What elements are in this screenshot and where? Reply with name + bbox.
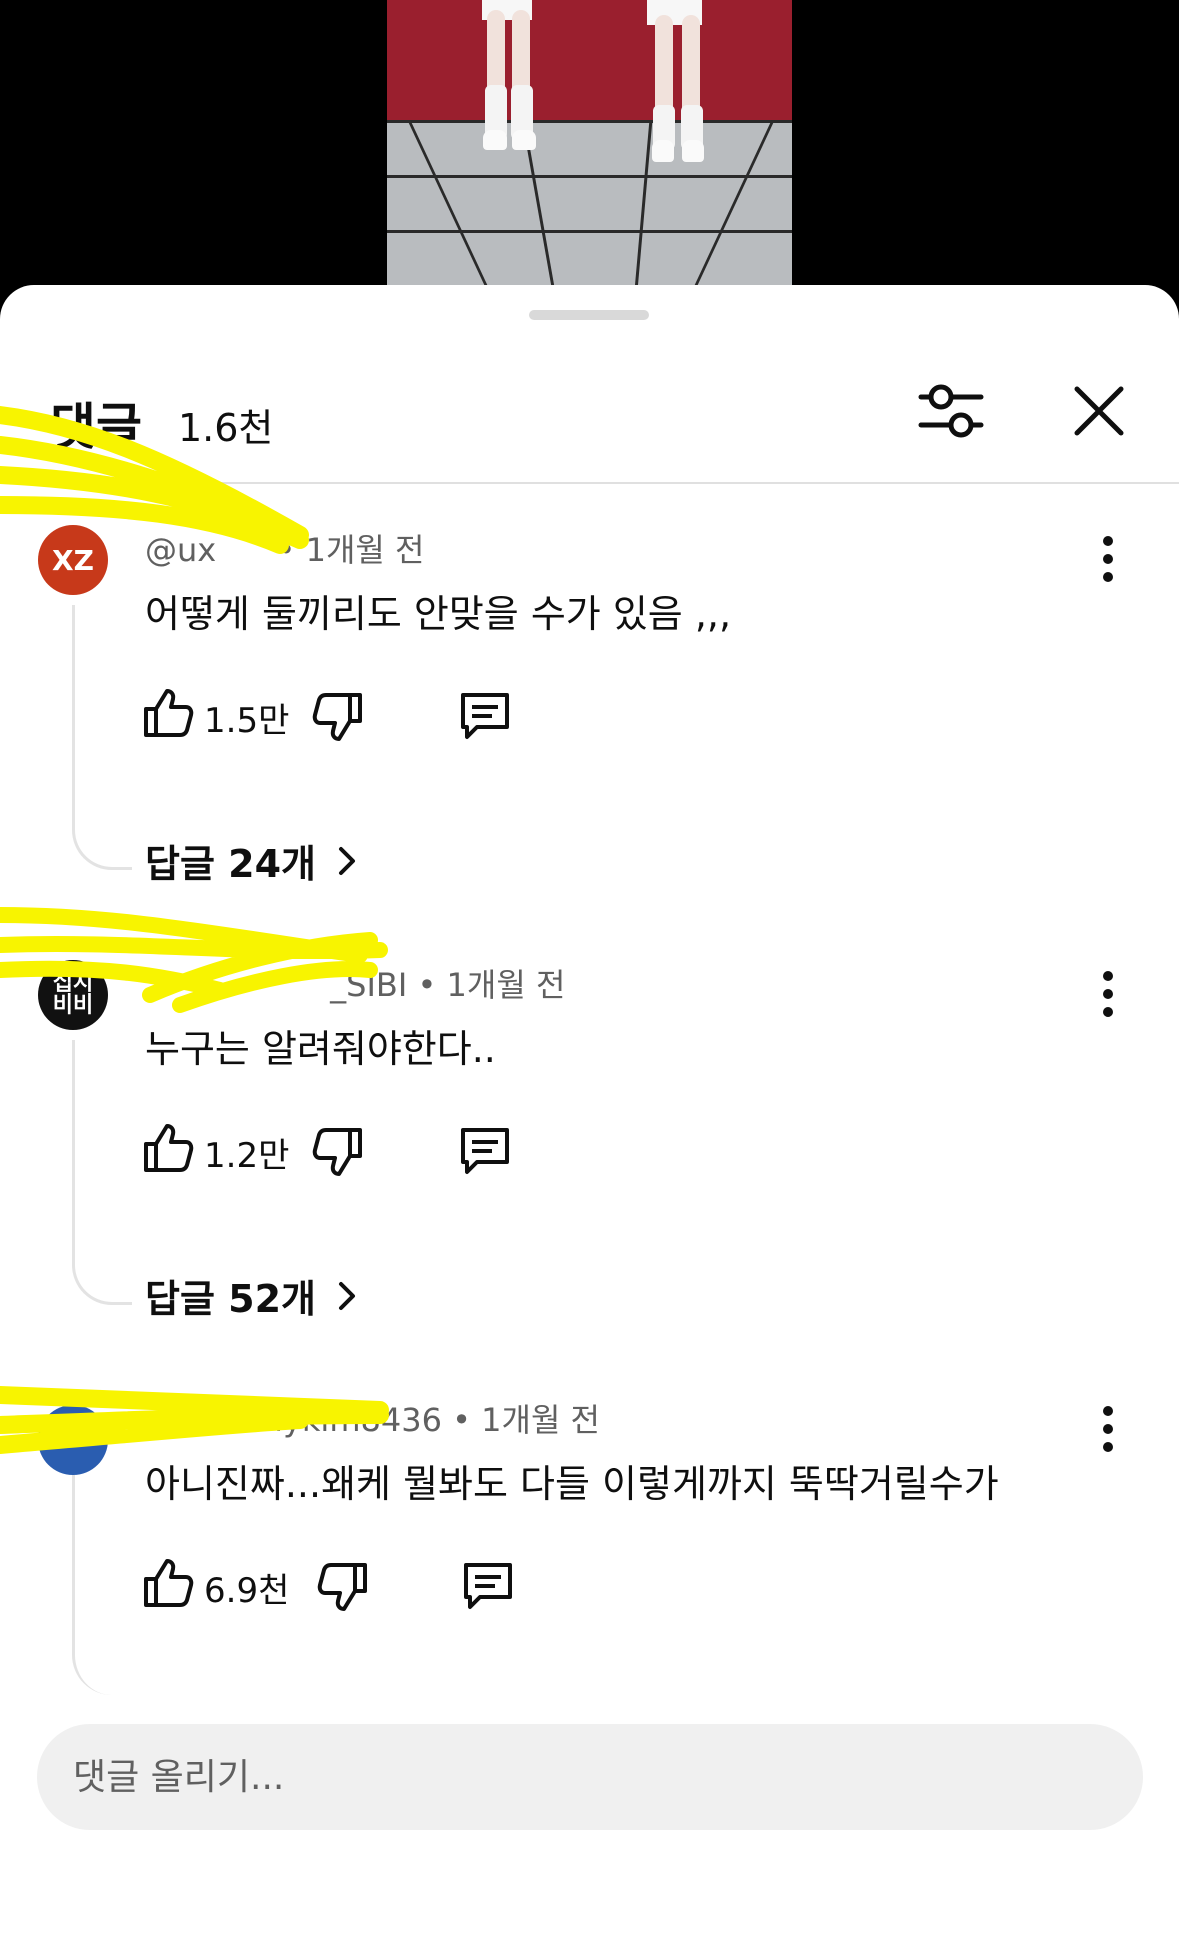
replies-label: 답글 52개 (145, 1277, 316, 1321)
avatar[interactable] (38, 1405, 108, 1475)
chevron-right-icon (339, 846, 355, 875)
thumbs-down-icon (312, 1128, 362, 1176)
avatar-text: 십시비비 (52, 971, 94, 1018)
chevron-right-icon (339, 1281, 355, 1310)
thread-line (72, 605, 132, 870)
thread-line (72, 1475, 132, 1695)
filter-button[interactable] (915, 375, 987, 447)
view-replies-button[interactable]: 답글 52개 (145, 1268, 360, 1323)
comment-time: • 1개월 전 (276, 531, 425, 569)
more-options-button[interactable] (1090, 968, 1126, 1020)
comment-author[interactable]: _SIBI (330, 966, 407, 1004)
like-count: 1.2만 (204, 1136, 290, 1176)
comments-title: 댓글 (50, 398, 142, 456)
comment-author[interactable]: llykim8436 (265, 1401, 442, 1439)
dislike-button[interactable] (315, 1559, 371, 1615)
thread-line (72, 1040, 132, 1305)
thumbs-down-icon (317, 1563, 367, 1611)
more-options-button[interactable] (1090, 533, 1126, 585)
sliders-icon (918, 384, 984, 438)
like-count: 6.9천 (204, 1571, 290, 1611)
avatar[interactable]: XZ (38, 525, 108, 595)
video-frame (387, 0, 792, 290)
thumbs-up-icon (144, 1124, 194, 1172)
comment-icon (461, 693, 509, 739)
avatar[interactable]: 십시비비 (38, 960, 108, 1030)
like-button[interactable] (140, 685, 196, 741)
comment-text: 아니진짜...왜케 뭘봐도 다들 이렇게까지 뚝딱거릴수가 (145, 1462, 999, 1506)
view-replies-button[interactable]: 답글 24개 (145, 833, 360, 888)
comment-time: • 1개월 전 (452, 1401, 600, 1439)
comment-meta: _SIBI • 1개월 전 (145, 960, 565, 1006)
more-options-button[interactable] (1090, 1403, 1126, 1455)
comment-author[interactable]: @ux (145, 531, 216, 569)
like-button[interactable] (140, 1555, 196, 1611)
comments-header: 댓글 1.6천 (0, 375, 1179, 475)
video-floor (387, 120, 792, 290)
close-button[interactable] (1065, 375, 1137, 447)
thumbs-down-icon (312, 693, 362, 741)
comment-time: • 1개월 전 (417, 966, 566, 1004)
avatar-initials: XZ (52, 543, 94, 577)
more-vert-icon (1103, 1406, 1113, 1452)
dislike-button[interactable] (310, 1124, 366, 1180)
comment-meta: @ux • 1개월 전 (145, 525, 424, 571)
replies-label: 답글 24개 (145, 842, 316, 886)
like-count: 1.5만 (204, 701, 290, 741)
reply-button[interactable] (460, 1557, 516, 1613)
drag-handle[interactable] (529, 310, 649, 320)
comment-text: 어떻게 둘끼리도 안맞을 수가 있음 ,,, (145, 592, 732, 636)
reply-button[interactable] (457, 687, 513, 743)
comment-text: 누구는 알려줘야한다.. (145, 1027, 496, 1071)
like-button[interactable] (140, 1120, 196, 1176)
comment-icon (461, 1128, 509, 1174)
video-player[interactable] (0, 0, 1179, 290)
header-divider (0, 482, 1179, 484)
dislike-button[interactable] (310, 689, 366, 745)
comment-icon (464, 1563, 512, 1609)
comment-input[interactable] (37, 1724, 1143, 1830)
more-vert-icon (1103, 971, 1113, 1017)
thumbs-up-icon (144, 689, 194, 737)
comments-count: 1.6천 (178, 406, 274, 450)
close-icon (1074, 386, 1124, 436)
reply-button[interactable] (457, 1122, 513, 1178)
comment-meta: llykim8436 • 1개월 전 (145, 1395, 600, 1441)
comments-sheet: 댓글 1.6천 XZ @ux • 1개월 전 어떻게 둘끼리도 안맞을 수가 있… (0, 285, 1179, 1959)
thumbs-up-icon (144, 1559, 194, 1607)
more-vert-icon (1103, 536, 1113, 582)
